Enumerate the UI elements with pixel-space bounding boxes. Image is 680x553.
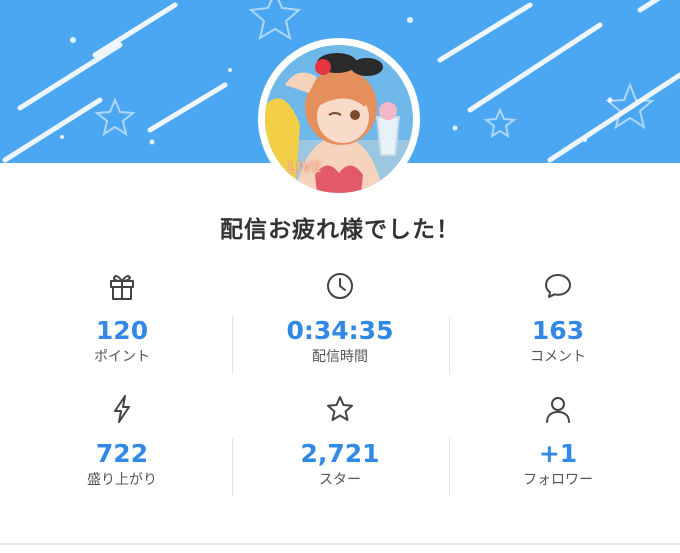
person-icon <box>546 397 570 423</box>
stat-followers-value: +1 <box>538 439 578 468</box>
stat-followers-label: フォロワー <box>523 472 593 488</box>
stat-divider <box>232 438 233 496</box>
stat-points-value: 120 <box>95 316 149 345</box>
stat-divider <box>449 438 450 496</box>
stat-points-label: ポイント <box>94 349 150 365</box>
lightning-icon <box>114 395 130 423</box>
stat-stream-time-label: 配信時間 <box>312 349 368 365</box>
stat-stars: 2,721 スター <box>240 393 440 489</box>
clock-icon <box>327 273 353 299</box>
comment-bubble-icon <box>545 274 571 298</box>
stat-stream-time-value: 0:34:35 <box>286 316 394 345</box>
stat-stream-time: 0:34:35 配信時間 <box>240 270 440 366</box>
stat-divider <box>449 316 450 374</box>
bottom-separator <box>0 543 680 545</box>
stat-comments: 163 コメント <box>458 270 658 366</box>
stat-stars-value: 2,721 <box>300 439 380 468</box>
gift-icon <box>110 275 134 300</box>
stat-excitement: 722 盛り上がり <box>22 393 222 489</box>
star-icon <box>327 396 353 421</box>
stat-divider <box>232 316 233 374</box>
stat-excitement-label: 盛り上がり <box>87 472 157 488</box>
stat-comments-value: 163 <box>531 316 585 345</box>
page-title: 配信お疲れ様でした！ <box>220 217 460 243</box>
stat-comments-label: コメント <box>530 349 586 365</box>
live-badge: LIVE <box>288 160 323 176</box>
stat-points: 120 ポイント <box>22 270 222 366</box>
stat-stars-label: スター <box>319 472 361 488</box>
stat-excitement-value: 722 <box>95 439 149 468</box>
stat-followers: +1 フォロワー <box>458 393 658 489</box>
